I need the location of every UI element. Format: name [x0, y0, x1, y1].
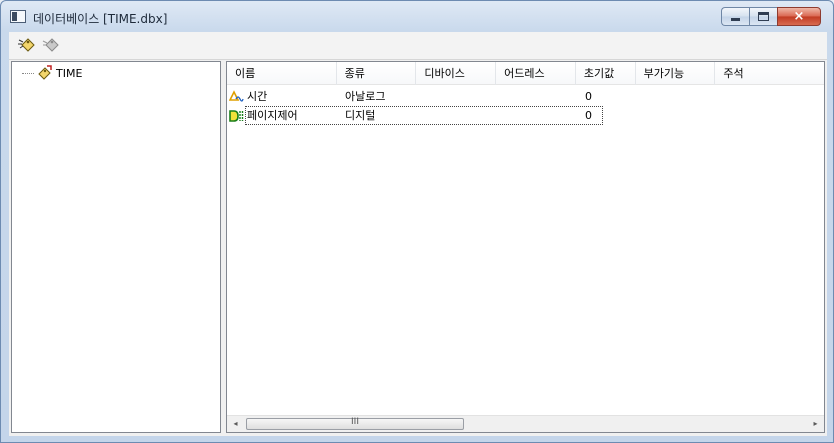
- new-tag-button[interactable]: [17, 36, 37, 56]
- table-row[interactable]: 페이지제어 디지털 0: [227, 106, 824, 125]
- window-app-icon[interactable]: [10, 10, 26, 23]
- digital-tag-icon: [229, 109, 244, 122]
- row-address: [497, 106, 577, 125]
- minimize-button[interactable]: [721, 7, 749, 26]
- row-initial: 0: [585, 109, 592, 122]
- column-header-type[interactable]: 종류: [337, 62, 417, 85]
- tag-disabled-icon: [42, 38, 59, 52]
- column-header-extra[interactable]: 부가기능: [636, 62, 716, 85]
- content-panes: TIME 이름 종류 디바이스 어드레스 초기값 부가기능 주석 시간 아날로그…: [9, 60, 827, 436]
- row-extra: [637, 106, 717, 125]
- row-type: 아날로그: [345, 90, 386, 103]
- row-type: 디지털: [345, 109, 376, 122]
- maximize-icon: [758, 12, 769, 21]
- column-header-initial[interactable]: 초기값: [576, 62, 636, 85]
- minimize-icon: [731, 18, 740, 21]
- row-comment: [717, 106, 817, 125]
- row-device: [417, 87, 497, 106]
- title-bar[interactable]: 데이터베이스 [TIME.dbx] ×: [1, 1, 833, 32]
- analog-tag-icon: [229, 89, 244, 102]
- database-tag-icon: [38, 65, 52, 80]
- row-name: 시간: [247, 90, 268, 103]
- list-header: 이름 종류 디바이스 어드레스 초기값 부가기능 주석: [227, 62, 824, 85]
- delete-tag-button[interactable]: [41, 36, 61, 56]
- scroll-left-button[interactable]: ◂: [227, 416, 244, 432]
- new-tag-icon: [18, 38, 35, 52]
- horizontal-scrollbar[interactable]: ◂ III ▸: [227, 415, 824, 432]
- column-header-address[interactable]: 어드레스: [496, 62, 576, 85]
- table-row[interactable]: 시간 아날로그 0: [227, 87, 824, 106]
- close-icon: ×: [793, 9, 805, 24]
- tag-list[interactable]: 이름 종류 디바이스 어드레스 초기값 부가기능 주석 시간 아날로그 0 페이…: [226, 61, 825, 433]
- row-name: 페이지제어: [247, 109, 298, 122]
- row-device: [417, 106, 497, 125]
- close-button[interactable]: ×: [777, 7, 821, 26]
- row-name-cell: 시간: [227, 87, 337, 106]
- row-name-cell: 페이지제어: [227, 106, 337, 125]
- scroll-grip-icon: III: [351, 417, 359, 427]
- tree-connector: [22, 72, 34, 74]
- row-extra: [637, 87, 717, 106]
- tree-item-label: TIME: [56, 66, 83, 80]
- row-comment: [717, 87, 817, 106]
- column-header-comment[interactable]: 주석: [715, 62, 824, 85]
- column-header-device[interactable]: 디바이스: [416, 62, 497, 85]
- column-header-name[interactable]: 이름: [227, 62, 337, 85]
- scroll-thumb[interactable]: III: [246, 417, 464, 430]
- maximize-button[interactable]: [749, 7, 777, 26]
- row-initial: 0: [585, 90, 592, 103]
- toolbar: [9, 32, 827, 60]
- tree-item-time[interactable]: TIME: [22, 65, 82, 81]
- database-tree[interactable]: TIME: [11, 61, 221, 433]
- scroll-right-button[interactable]: ▸: [807, 416, 824, 432]
- row-address: [497, 87, 577, 106]
- caption-buttons: ×: [721, 7, 821, 26]
- list-rows: 시간 아날로그 0 페이지제어 디지털 0: [227, 87, 824, 125]
- window-title: 데이터베이스 [TIME.dbx]: [33, 12, 168, 26]
- database-window: 데이터베이스 [TIME.dbx] × TIME 이름 종류 디바이스 어드레스…: [0, 0, 834, 443]
